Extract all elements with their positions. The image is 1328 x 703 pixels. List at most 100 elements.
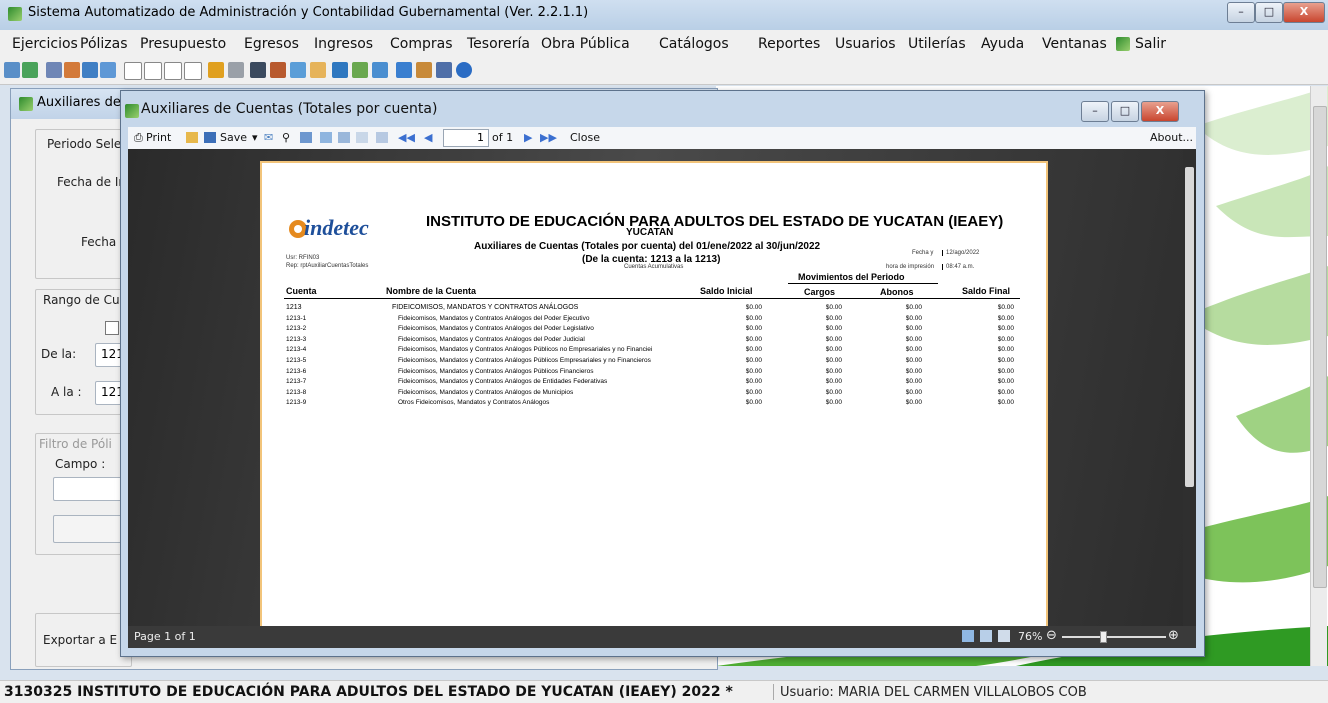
email-icon[interactable]: ✉: [264, 131, 273, 144]
table-row: 1213-1 Fideicomisos, Mandatos y Contratos…: [262, 315, 1042, 325]
save-icon[interactable]: [204, 132, 216, 143]
preview-minimize-button[interactable]: –: [1081, 101, 1109, 122]
list-icon[interactable]: [332, 62, 348, 78]
table-cell: $0.00: [825, 388, 842, 396]
table-cell: $0.00: [997, 325, 1014, 333]
user-icon[interactable]: [416, 62, 432, 78]
transfer-icon[interactable]: [64, 62, 80, 78]
menu-ventanas[interactable]: Ventanas: [1042, 36, 1107, 52]
e-icon[interactable]: [164, 62, 182, 80]
table-cell: Fideicomisos, Mandatos y Contratos Análo…: [398, 314, 590, 322]
zoom-icon[interactable]: [356, 132, 368, 143]
zoom-out-icon[interactable]: ⊖: [1046, 628, 1057, 643]
table-cell: Fideicomisos, Mandatos y Contratos Análo…: [398, 367, 594, 375]
fecha-inicio-label: Fecha de In: [57, 175, 126, 189]
save-dropdown-icon[interactable]: ▾: [252, 131, 258, 144]
zoom-slider-thumb[interactable]: [1100, 631, 1107, 643]
table-cell: $0.00: [905, 388, 922, 396]
report-institution: INSTITUTO DE EDUCACIÓN PARA ADULTOS DEL …: [426, 213, 1004, 230]
menu-ayuda[interactable]: Ayuda: [981, 36, 1024, 52]
users-icon[interactable]: [46, 62, 62, 78]
table-cell: $0.00: [825, 304, 842, 311]
open-folder-icon[interactable]: [186, 132, 198, 143]
table-cell: 1213-8: [286, 388, 307, 396]
d-icon[interactable]: [144, 62, 162, 80]
main-scroll-thumb[interactable]: [1313, 106, 1327, 588]
thumbnails-icon[interactable]: [300, 132, 312, 143]
save-button[interactable]: Save: [220, 131, 247, 144]
menu-ejercicios[interactable]: Ejercicios: [12, 36, 78, 52]
menu-tesoreria[interactable]: Tesorería: [467, 36, 530, 52]
close-button[interactable]: X: [1283, 2, 1325, 23]
document-icon[interactable]: [208, 62, 224, 78]
menu-ingresos[interactable]: Ingresos: [314, 36, 373, 52]
people-icon[interactable]: [372, 62, 388, 78]
menu-compras[interactable]: Compras: [390, 36, 453, 52]
table-cell: $0.00: [997, 357, 1014, 364]
form-icon: [19, 97, 33, 111]
tree-icon[interactable]: [396, 62, 412, 78]
menu-salir[interactable]: Salir: [1135, 36, 1166, 52]
single-page-icon[interactable]: [962, 630, 974, 642]
menu-usuarios[interactable]: Usuarios: [835, 36, 896, 52]
help-icon[interactable]: [456, 62, 472, 78]
viewer-scrollbar[interactable]: [1183, 149, 1196, 626]
rango-checkbox[interactable]: [105, 321, 119, 335]
maximize-button[interactable]: □: [1255, 2, 1283, 23]
next-page-icon[interactable]: ▶: [524, 131, 532, 144]
form-title: Auxiliares de: [37, 95, 121, 110]
indetec-logo: indetec: [286, 209, 406, 246]
table-cell: 1213-6: [286, 367, 307, 375]
truck-icon[interactable]: [290, 62, 306, 78]
table-cell: $0.00: [997, 304, 1014, 311]
menu-catalogos[interactable]: Catálogos: [659, 36, 729, 52]
menu-utilerias[interactable]: Utilerías: [908, 36, 966, 52]
refresh-icon[interactable]: [4, 62, 20, 78]
two-page-icon[interactable]: [980, 630, 992, 642]
multi-page-icon[interactable]: [998, 630, 1010, 642]
table-cell: $0.00: [997, 335, 1014, 343]
menu-obra-publica[interactable]: Obra Pública: [541, 36, 630, 52]
print-button[interactable]: Print: [146, 131, 171, 144]
preview-maximize-button[interactable]: □: [1111, 101, 1139, 122]
page-number-input[interactable]: 1: [443, 129, 489, 147]
table-cell: $0.00: [825, 399, 842, 407]
viewer-scroll-thumb[interactable]: [1185, 167, 1194, 487]
calc-icon[interactable]: [436, 62, 452, 78]
wrench-icon[interactable]: [352, 62, 368, 78]
minimize-button[interactable]: –: [1227, 2, 1255, 23]
find-icon[interactable]: ⚲: [282, 131, 290, 144]
menu-presupuesto[interactable]: Presupuesto: [140, 36, 226, 52]
print-icon[interactable]: ⎙: [134, 131, 143, 145]
grid-icon[interactable]: [100, 62, 116, 78]
page-setup-icon[interactable]: [320, 132, 332, 143]
close-preview-button[interactable]: Close: [570, 131, 600, 144]
menu-reportes[interactable]: Reportes: [758, 36, 820, 52]
tools-icon[interactable]: [228, 62, 244, 78]
about-link[interactable]: About...: [1150, 131, 1193, 144]
main-scrollbar[interactable]: [1310, 86, 1327, 666]
c-icon[interactable]: [124, 62, 142, 80]
table-cell: $0.00: [825, 367, 842, 375]
box-icon[interactable]: [310, 62, 326, 78]
edit-icon[interactable]: [82, 62, 98, 78]
table-cell: $0.00: [997, 314, 1014, 322]
header-rule: [284, 298, 1020, 299]
last-page-icon[interactable]: ▶▶: [540, 131, 557, 144]
copy-icon[interactable]: [338, 132, 350, 143]
menu-egresos[interactable]: Egresos: [244, 36, 299, 52]
report-page: indetec Usr: RFIN03 Rep: rptAuxiliarCuen…: [260, 161, 1048, 626]
chart-icon[interactable]: [270, 62, 286, 78]
report-icon[interactable]: [22, 62, 38, 78]
fit-icon[interactable]: [376, 132, 388, 143]
book-icon[interactable]: [250, 62, 266, 78]
preview-close-button[interactable]: X: [1141, 101, 1179, 122]
prev-page-icon[interactable]: ◀: [424, 131, 432, 144]
p-icon[interactable]: [184, 62, 202, 80]
first-page-icon[interactable]: ◀◀: [398, 131, 415, 144]
a-la-label: A la :: [51, 385, 82, 399]
menu-polizas[interactable]: Pólizas: [80, 36, 128, 52]
zoom-slider[interactable]: [1062, 636, 1166, 638]
table-cell: $0.00: [745, 367, 762, 375]
zoom-in-icon[interactable]: ⊕: [1168, 628, 1179, 643]
